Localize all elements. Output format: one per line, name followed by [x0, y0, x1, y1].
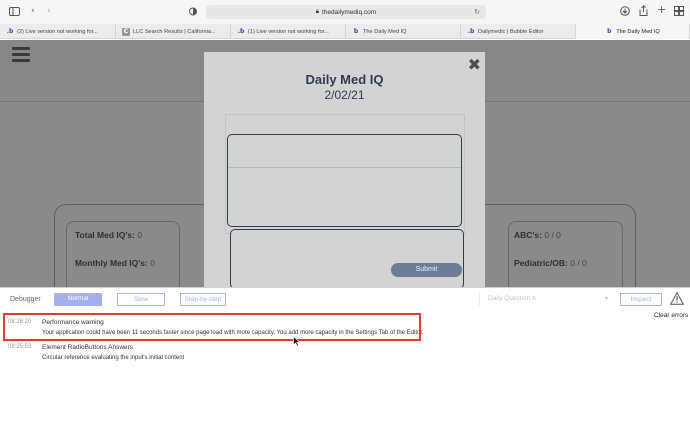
stat-value: 0: [137, 230, 143, 240]
abc-stats: ABC's: 0 / 0: [514, 230, 561, 240]
mode-slow-button[interactable]: Slow: [117, 293, 165, 306]
element-select-value: Daily Question A: [488, 295, 537, 302]
log-detail: Circular reference evaluating the input'…: [42, 355, 185, 361]
debugger-label: Debugger: [10, 296, 41, 303]
mouse-cursor-icon: [293, 334, 301, 347]
lock-icon: 🔒︎: [315, 8, 319, 15]
bubble-favicon-icon: .b: [6, 27, 14, 35]
stat-label: Total Med IQ's:: [75, 230, 135, 240]
bubble-favicon-icon: .b: [467, 27, 475, 35]
bubble-favicon-icon: .b: [237, 27, 245, 35]
stat-label: Pediatric/OB:: [514, 258, 568, 268]
warning-icon[interactable]: [669, 291, 685, 305]
mode-step-button[interactable]: Step-by-step: [180, 293, 226, 306]
dailymed-favicon-icon: b: [607, 27, 612, 35]
tab-bubble-editor[interactable]: .b Dailymedic | Bubble Editor: [461, 24, 576, 39]
reload-icon[interactable]: ↻: [474, 8, 480, 16]
new-tab-icon[interactable]: +: [657, 4, 666, 15]
tab-overview-icon[interactable]: [674, 6, 684, 19]
tab-live-version-1[interactable]: .b (2) Live version not working for...: [0, 24, 116, 39]
monthly-med-iqs: Monthly Med IQ's: 0: [75, 258, 155, 268]
tab-title: (2) Live version not working for...: [17, 28, 98, 35]
pediatric-ob-stats: Pediatric/OB: 0 / 0: [514, 258, 587, 268]
tab-daily-med-iq-active[interactable]: b The Daily Med IQ: [576, 24, 690, 39]
share-icon[interactable]: [639, 5, 648, 19]
clear-errors-button[interactable]: Clear errors: [654, 312, 688, 319]
log-title: Element RadioButtons Answers: [42, 344, 134, 351]
stat-label: Monthly Med IQ's:: [75, 258, 148, 268]
mode-normal-button[interactable]: Normal: [54, 293, 102, 306]
submit-button[interactable]: Submit: [391, 263, 462, 277]
tab-llc-search[interactable]: C LLC Search Results | California...: [116, 24, 231, 39]
highlight-box: [3, 313, 421, 341]
tab-daily-med-iq[interactable]: b The Daily Med IQ: [346, 24, 461, 39]
debugger-panel: Debugger Normal Slow Step-by-step Daily …: [0, 287, 690, 431]
back-icon[interactable]: ‹: [31, 6, 35, 16]
log-time: 08:25:53: [8, 344, 32, 350]
dailymed-favicon-icon: b: [353, 27, 359, 35]
privacy-shield-icon[interactable]: [189, 7, 197, 19]
tab-title: Dailymedic | Bubble Editor: [478, 28, 544, 35]
stat-value: 0 / 0: [570, 258, 587, 268]
question-box[interactable]: [227, 134, 462, 227]
stat-value: 0: [150, 258, 155, 268]
element-select[interactable]: Daily Question A ▼: [479, 292, 612, 306]
inspect-button[interactable]: Inspect: [620, 293, 662, 306]
menu-icon[interactable]: [12, 47, 30, 63]
download-icon[interactable]: [620, 6, 630, 19]
sidebar-icon[interactable]: [9, 7, 20, 19]
tab-title: The Daily Med IQ: [616, 28, 660, 35]
question-divider: [228, 167, 461, 168]
browser-toolbar: ‹ › 🔒︎ thedailymediq.com ↻ +: [0, 0, 690, 24]
tab-title: LLC Search Results | California...: [133, 28, 216, 35]
tab-title: (1) Live version not working for...: [248, 28, 329, 35]
tab-bar: .b (2) Live version not working for... CL…: [0, 24, 690, 39]
forward-icon[interactable]: ›: [47, 6, 51, 16]
stat-label: ABC's:: [514, 230, 542, 240]
url-text: thedailymediq.com: [322, 8, 377, 16]
daily-med-iq-modal: ✖ Daily Med IQ 2/02/21 Submit: [204, 52, 485, 289]
total-med-iqs: Total Med IQ's: 0: [75, 230, 142, 240]
chevron-down-icon: ▼: [604, 296, 609, 302]
modal-title: Daily Med IQ: [305, 72, 384, 87]
tab-title: The Daily Med IQ: [363, 28, 407, 35]
address-bar[interactable]: 🔒︎ thedailymediq.com ↻: [206, 5, 486, 19]
tab-live-version-2[interactable]: .b (1) Live version not working for...: [231, 24, 346, 39]
modal-date: 2/02/21: [324, 88, 365, 102]
stat-value: 0 / 0: [544, 230, 561, 240]
answer-radio-box[interactable]: [230, 229, 464, 289]
gray-favicon-icon: C: [122, 27, 130, 36]
